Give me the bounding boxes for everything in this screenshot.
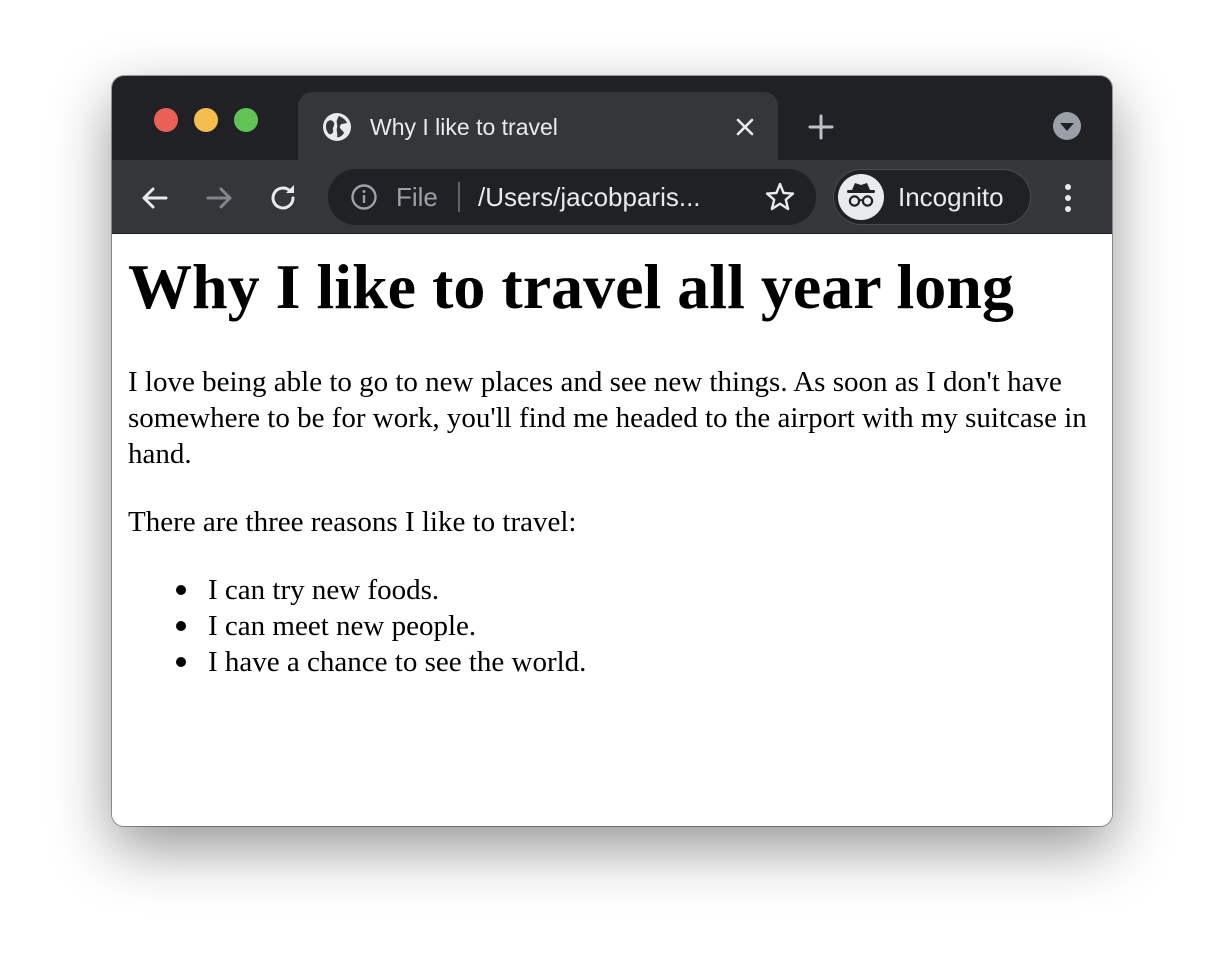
page-title: Why I like to travel all year long xyxy=(128,251,1014,322)
tab-active[interactable]: Why I like to travel xyxy=(298,92,778,160)
list-item: I can try new foods. xyxy=(175,572,586,608)
list-item: I have a chance to see the world. xyxy=(175,646,587,678)
browser-toolbar: File /Users/jacobparis... Incognito xyxy=(112,160,1112,234)
more-menu-icon[interactable] xyxy=(1054,182,1082,214)
window-close-button[interactable] xyxy=(154,108,178,132)
omnibox-divider xyxy=(458,182,460,212)
close-icon[interactable] xyxy=(734,116,756,138)
star-icon[interactable] xyxy=(764,181,796,213)
page-content: Why I like to travel all year long I lov… xyxy=(112,234,1112,826)
back-button[interactable] xyxy=(139,182,171,214)
reload-button[interactable] xyxy=(268,182,300,214)
url-text[interactable]: /Users/jacobparis... xyxy=(478,182,738,212)
forward-button[interactable] xyxy=(203,182,235,214)
incognito-icon xyxy=(847,183,875,207)
window-minimize-button[interactable] xyxy=(194,108,218,132)
title-bar: Why I like to travel xyxy=(112,76,1112,160)
address-bar[interactable]: File /Users/jacobparis... xyxy=(328,169,816,225)
profile-label: Incognito xyxy=(898,182,1004,212)
tab-title: Why I like to travel xyxy=(370,114,558,140)
new-tab-button[interactable] xyxy=(808,114,834,140)
reasons-list: I can try new foods. I can meet new peop… xyxy=(175,572,587,680)
chevron-down-icon[interactable] xyxy=(1053,112,1081,140)
browser-window: Why I like to travel File /Users/jacobpa… xyxy=(112,76,1112,826)
globe-icon xyxy=(323,113,351,141)
window-maximize-button[interactable] xyxy=(234,108,258,132)
intro-paragraph: I love being able to go to new places an… xyxy=(128,366,1087,470)
reasons-intro: There are three reasons I like to travel… xyxy=(128,506,577,538)
list-item: I can meet new people. xyxy=(175,608,586,644)
incognito-profile-button[interactable]: Incognito xyxy=(833,169,1031,225)
scheme-label: File xyxy=(396,182,438,212)
avatar xyxy=(838,174,884,220)
info-icon[interactable] xyxy=(350,183,378,211)
